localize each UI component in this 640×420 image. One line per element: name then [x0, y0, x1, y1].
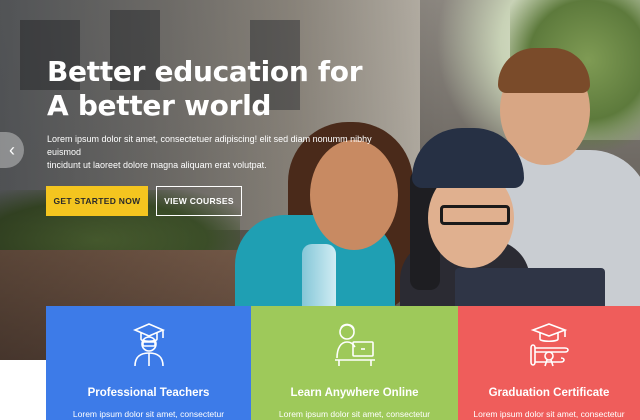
teacher-icon: [132, 323, 165, 367]
headline-line-2: A better world: [47, 89, 272, 122]
feature-card-teachers[interactable]: Professional Teachers Lorem ipsum dolor …: [46, 306, 251, 420]
chevron-left-icon: ‹: [9, 139, 15, 160]
intro-line-1: Lorem ipsum dolor sit amet, consectetuer…: [47, 134, 372, 157]
certificate-icon: [530, 323, 569, 367]
feature-title: Professional Teachers: [87, 387, 210, 399]
hero-intro-text: Lorem ipsum dolor sit amet, consectetuer…: [47, 133, 407, 172]
feature-text: Lorem ipsum dolor sit amet, consectetur: [473, 409, 625, 419]
feature-card-online[interactable]: Learn Anywhere Online Lorem ipsum dolor …: [251, 306, 458, 420]
hero-headline: Better education for A better world: [47, 55, 367, 123]
glasses-icon: [440, 205, 510, 225]
feature-text: Lorem ipsum dolor sit amet, consectetur: [278, 409, 431, 419]
intro-line-2: tincidunt ut laoreet dolore magna aliqua…: [47, 160, 267, 170]
feature-title: Graduation Certificate: [488, 387, 610, 399]
view-courses-button[interactable]: VIEW COURSES: [156, 186, 242, 216]
online-learning-icon: [334, 323, 375, 366]
feature-title: Learn Anywhere Online: [290, 387, 419, 399]
feature-text: Lorem ipsum dolor sit amet, consectetur: [72, 409, 225, 419]
feature-cards: Professional Teachers Lorem ipsum dolor …: [46, 306, 640, 420]
headline-line-1: Better education for: [47, 55, 363, 88]
feature-card-certificate[interactable]: Graduation Certificate Lorem ipsum dolor…: [458, 306, 640, 420]
get-started-button[interactable]: GET STARTED NOW: [46, 186, 148, 216]
